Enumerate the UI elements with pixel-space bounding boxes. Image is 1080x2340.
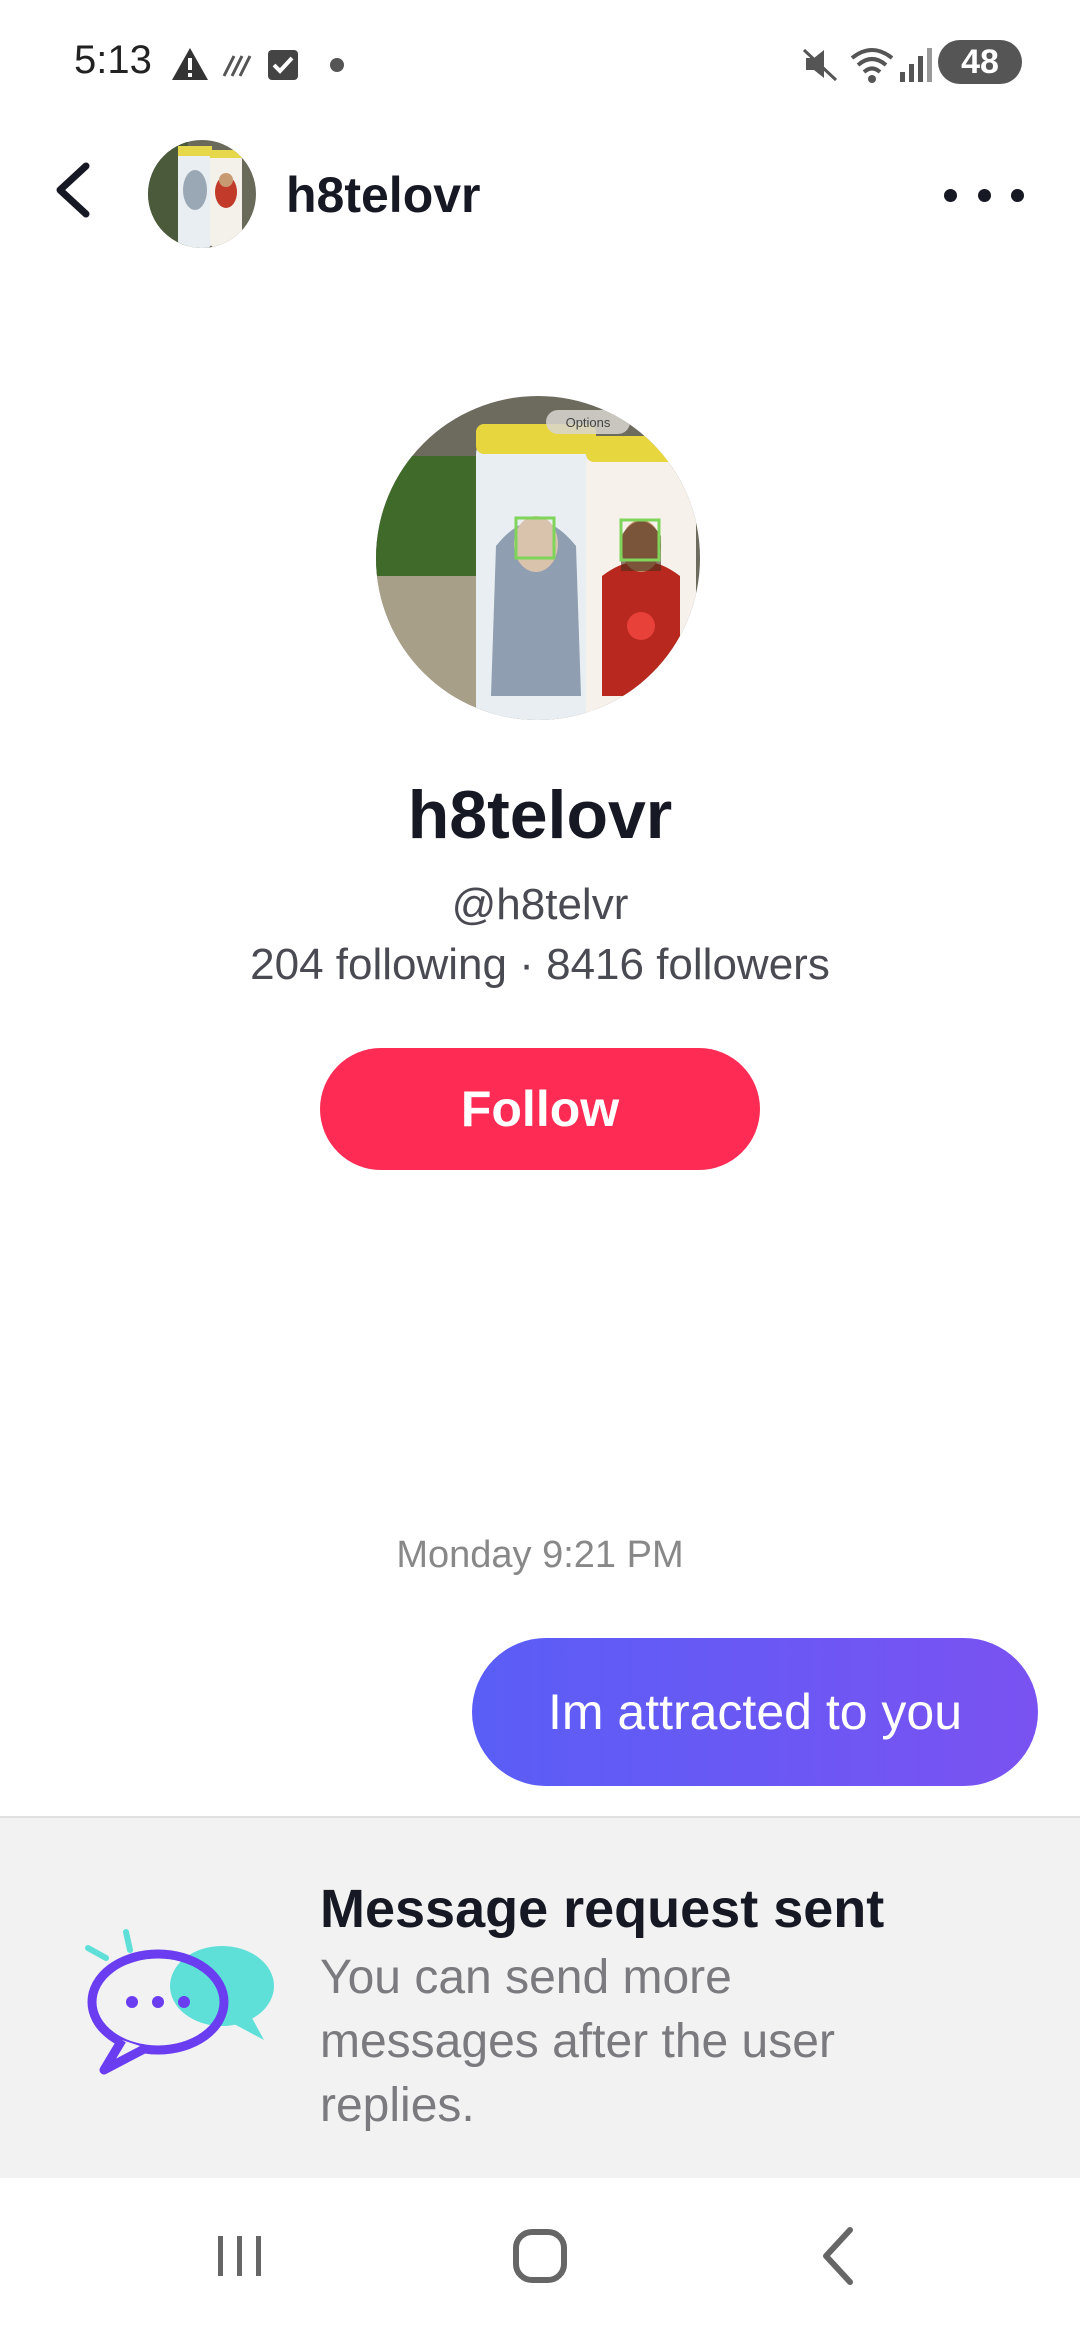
more-options-button[interactable] <box>944 170 1024 220</box>
back-button[interactable] <box>40 150 110 230</box>
wifi-icon <box>850 48 894 83</box>
header-avatar[interactable] <box>148 140 256 248</box>
profile-name: h8telovr <box>407 777 673 853</box>
avatar-image: Options <box>376 396 700 720</box>
header-username[interactable]: h8telovr <box>286 166 481 224</box>
profile-handle: @h8telvr <box>451 880 629 929</box>
battery-level: 48 <box>961 42 999 81</box>
notice-title: Message request sent <box>320 1879 885 1939</box>
message-timestamp: Monday 9:21 PM <box>396 1534 684 1576</box>
no-sim-icon <box>222 55 252 77</box>
status-time: 5:13 <box>74 38 152 82</box>
profile-avatar[interactable]: Options <box>376 396 700 720</box>
notice-body: You can send more messages after the use… <box>320 1951 835 2132</box>
mute-icon <box>802 48 838 82</box>
profile-stats: 204 following · 8416 followers <box>250 940 830 989</box>
sent-message-bubble[interactable]: Im attracted to you <box>472 1638 1038 1786</box>
warning-icon <box>172 48 208 80</box>
battery-icon: 48 <box>938 40 1022 84</box>
chat-bubbles-icon <box>85 1929 274 2075</box>
avatar-image <box>148 140 256 248</box>
checkbox-icon <box>268 50 298 80</box>
more-horizontal-icon <box>944 188 957 202</box>
home-icon[interactable] <box>500 2216 580 2296</box>
chevron-left-icon <box>56 162 90 218</box>
status-bar: 5:13 48 <box>0 0 1080 110</box>
message-text: Im attracted to you <box>547 1684 963 1740</box>
signal-icon <box>900 48 932 82</box>
back-icon[interactable] <box>800 2216 880 2296</box>
more-dot <box>1011 188 1024 202</box>
recent-apps-icon[interactable] <box>200 2216 280 2296</box>
dot-icon <box>330 58 344 72</box>
more-dot <box>977 188 991 202</box>
avatar-overlay-label: Options <box>566 415 611 430</box>
system-navigation-bar <box>0 2178 1080 2340</box>
follow-button[interactable]: Follow <box>320 1048 760 1170</box>
